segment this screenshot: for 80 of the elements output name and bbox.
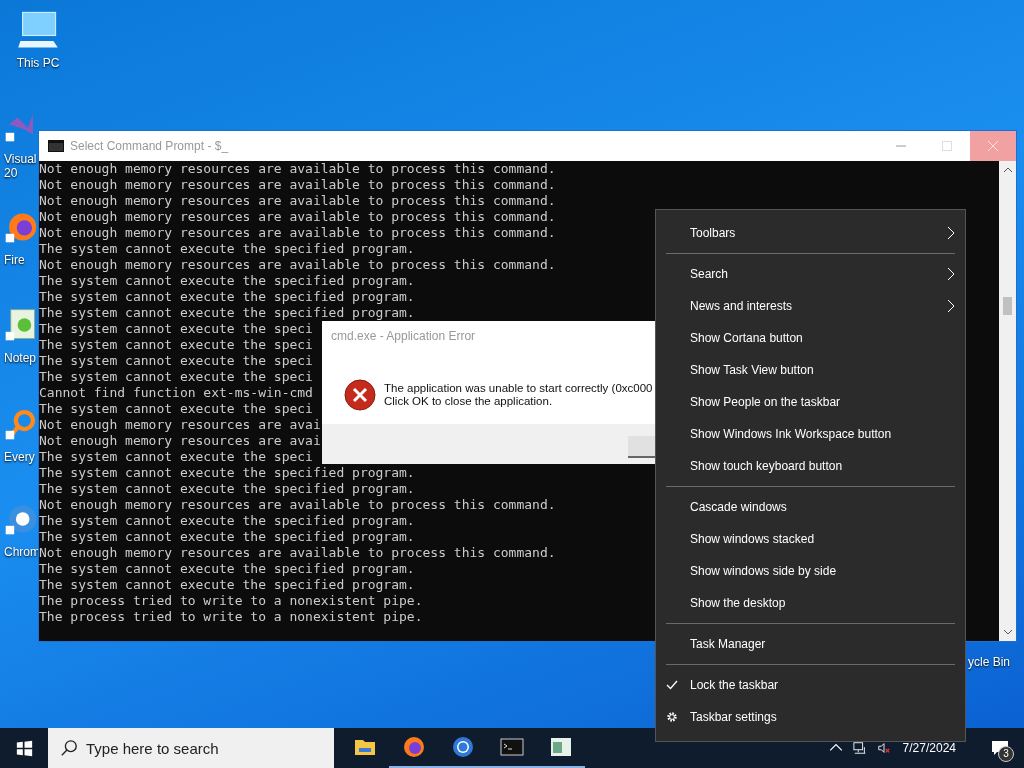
console-line: Not enough memory resources are available to process this command. (39, 257, 556, 273)
icon-label: Notep (4, 351, 37, 365)
console-line: The system cannot execute the speci (39, 353, 313, 369)
menu-item[interactable]: Cascade windows (656, 491, 965, 523)
chevron-right-icon (947, 226, 955, 240)
settings-icon (666, 711, 678, 723)
console-line: The system cannot execute the speci (39, 401, 313, 417)
notification-count: 3 (998, 746, 1014, 762)
menu-item[interactable]: Taskbar settings (656, 701, 965, 733)
volume-muted-icon[interactable] (876, 741, 891, 755)
console-line: The system cannot execute the specified program. (39, 577, 415, 593)
console-icon (499, 735, 524, 759)
menu-item[interactable]: Show windows stacked (656, 523, 965, 555)
scrollbar[interactable] (999, 161, 1016, 641)
error-message: The application was unable to start correctly (0xc000 (384, 381, 653, 395)
icon-label: Every (4, 450, 35, 464)
icon-label: Visual (4, 152, 37, 166)
search-icon (60, 739, 78, 757)
date-text[interactable]: 7/27/2024 (902, 741, 956, 755)
menu-item[interactable]: Show People on the taskbar (656, 386, 965, 418)
console-line: Not enough memory resources are avai (39, 433, 321, 449)
console-line: The system cannot execute the specified program. (39, 529, 415, 545)
console-line: Not enough memory resources are available to process this command. (39, 225, 556, 241)
console-line: Not enough memory resources are available to process this command. (39, 193, 556, 209)
menu-item[interactable]: Toolbars (656, 217, 965, 249)
close-icon (988, 141, 998, 151)
menu-item[interactable]: Task Manager (656, 628, 965, 660)
menu-item[interactable]: Show windows side by side (656, 555, 965, 587)
menu-item[interactable]: Lock the taskbar (656, 669, 965, 701)
console-line: The system cannot execute the specified program. (39, 513, 415, 529)
network-icon[interactable] (852, 741, 867, 755)
console-line: Not enough memory resources are available to process this command. (39, 161, 556, 177)
icon-label: ycle Bin (968, 655, 1011, 669)
console-line: The system cannot execute the specified program. (39, 241, 415, 257)
console-line: The system cannot execute the specified program. (39, 305, 415, 321)
menu-item[interactable]: Search (656, 258, 965, 290)
dialog-title: cmd.exe - Application Error (330, 328, 477, 345)
scroll-up-icon[interactable] (1002, 167, 1013, 173)
error-icon (344, 378, 376, 411)
maximize-icon (942, 141, 952, 151)
chevron-right-icon (947, 267, 955, 281)
console-line: The system cannot execute the speci (39, 337, 313, 353)
windows-logo-icon (15, 739, 33, 757)
console-line: The system cannot execute the specified program. (39, 273, 415, 289)
menu-item[interactable]: News and interests (656, 290, 965, 322)
icon-label: Chrom (4, 545, 40, 559)
console-icon (48, 140, 64, 152)
console-line: The system cannot execute the specified program. (39, 465, 415, 481)
menu-item[interactable]: Show the desktop (656, 587, 965, 619)
notepad-icon (548, 735, 573, 759)
firefox-icon (401, 735, 426, 759)
console-line: The process tried to write to a nonexistent pipe. (39, 593, 423, 609)
browser-icon (450, 735, 475, 759)
console-line: Cannot find function ext-ms-win-cmd (39, 385, 313, 401)
console-line: The system cannot execute the specified program. (39, 289, 415, 305)
console-line: The system cannot execute the specified program. (39, 481, 415, 497)
console-line: Not enough memory resources are available to process this command. (39, 209, 556, 225)
notifications-button[interactable]: 3 (982, 728, 1018, 768)
menu-item[interactable]: Show Task View button (656, 354, 965, 386)
console-line: The process tried to write to a nonexistent pipe. (39, 609, 423, 625)
console-line: The system cannot execute the speci (39, 321, 313, 337)
console-line: The system cannot execute the specified program. (39, 561, 415, 577)
console-line: Not enough memory resources are available to process this command. (39, 177, 556, 193)
scroll-down-icon[interactable] (1002, 629, 1013, 635)
console-line: The system cannot execute the speci (39, 369, 313, 385)
icon-label: This PC (16, 56, 60, 70)
search-field[interactable]: Type here to search (48, 728, 334, 768)
icon-label: Fire (4, 253, 25, 267)
error-message: Click OK to close the application. (384, 394, 554, 408)
menu-item[interactable]: Show Windows Ink Workspace button (656, 418, 965, 450)
console-line: Not enough memory resources are available to process this command. (39, 497, 556, 513)
console-line: Not enough memory resources are avai (39, 417, 321, 433)
icon-label: 20 (4, 166, 18, 180)
console-line: The system cannot execute the speci (39, 449, 313, 465)
scroll-thumb[interactable] (1003, 297, 1012, 315)
console-line: Not enough memory resources are available to process this command. (39, 545, 556, 561)
window-title: Select Command Prompt - $_ (70, 139, 229, 153)
menu-item[interactable]: Show touch keyboard button (656, 450, 965, 482)
chevron-right-icon (947, 299, 955, 313)
menu-item[interactable]: Show Cortana button (656, 322, 965, 354)
